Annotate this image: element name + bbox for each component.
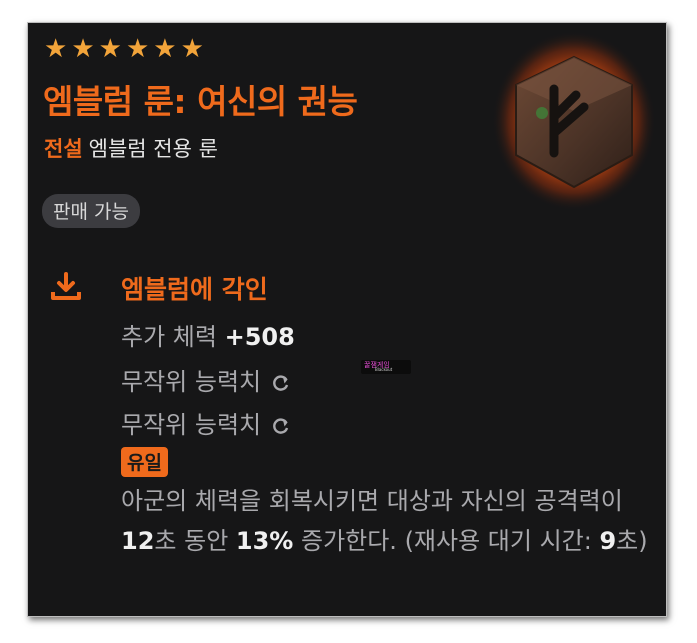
desc-text: 아군의 체력을 회복시키면 대상과 자신의 공격력이 [121, 487, 623, 515]
desc-duration: 12 [121, 527, 155, 555]
refresh-icon [272, 418, 288, 434]
star-rating: ★ ★ ★ ★ ★ ★ [44, 35, 204, 63]
stat-line-health: 추가 체력 +508 [121, 317, 295, 352]
random-stat-1: 무작위 능력치 [121, 362, 291, 397]
desc-text: 초) [616, 527, 648, 555]
item-type: 엠블럼 전용 룬 [88, 137, 218, 161]
sale-status-badge: 판매 가능 [42, 194, 140, 228]
random-stat-label: 무작위 능력치 [121, 368, 262, 396]
download-icon [51, 272, 81, 300]
star-icon: ★ [44, 34, 68, 64]
desc-cooldown: 9 [599, 527, 617, 555]
desc-text: 증가한다. (재사용 대기 시간: [293, 527, 600, 555]
engrave-title: 엠블럼에 각인 [121, 275, 268, 304]
random-stat-2: 무작위 능력치 [121, 405, 291, 440]
star-icon: ★ [180, 34, 204, 64]
stat-label: 추가 체력 [121, 323, 217, 351]
refresh-icon [272, 375, 288, 391]
item-title: 엠블럼 룬: 여신의 권능 [43, 82, 358, 121]
star-icon: ★ [125, 34, 150, 64]
star-icon: ★ [98, 34, 122, 64]
desc-text: 초 동안 [154, 527, 236, 555]
watermark-logo: 꿀잼게임 Blackout [361, 360, 411, 374]
item-tooltip: ★ ★ ★ ★ ★ ★ 엠블럼 룬: 여신의 권능 전설 엠블럼 전용 룬 판매 가능 [27, 22, 667, 617]
item-grade: 전설 [44, 137, 83, 161]
star-icon: ★ [153, 34, 177, 64]
item-subtitle: 전설 엠블럼 전용 룬 [44, 133, 218, 163]
random-stat-label: 무작위 능력치 [121, 411, 262, 439]
star-icon: ★ [71, 34, 95, 64]
effect-description: 아군의 체력을 회복시키면 대상과 자신의 공격력이 12초 동안 13% 증가… [121, 481, 651, 561]
rune-emblem-icon [492, 31, 656, 211]
desc-percent: 13% [235, 527, 294, 555]
watermark-sub: Blackout [375, 367, 393, 372]
unique-badge: 유일 [121, 447, 168, 477]
stat-value: +508 [224, 323, 295, 351]
